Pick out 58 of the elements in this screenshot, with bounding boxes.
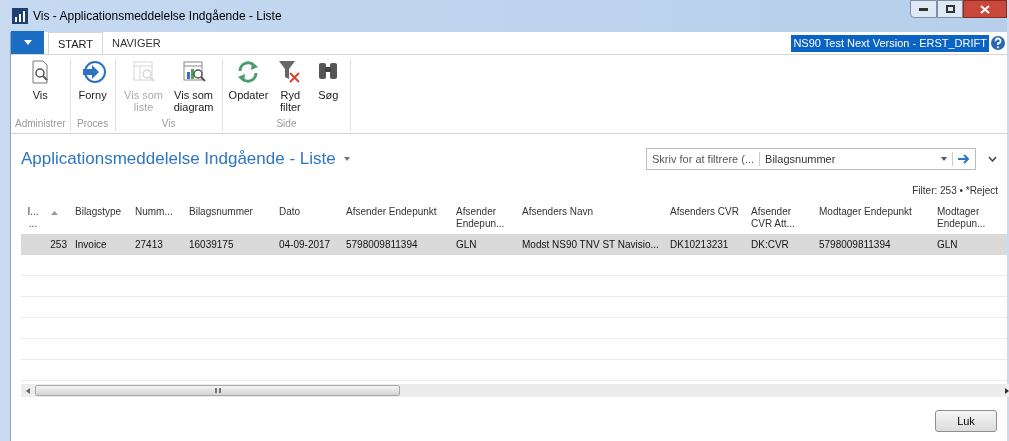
ribbon-button[interactable]: Ryd filter	[272, 59, 309, 116]
column-header[interactable]: Afsenders CVR	[670, 206, 739, 218]
caret-icon	[23, 40, 32, 45]
close-dialog-button[interactable]: Luk	[935, 410, 997, 433]
column-header[interactable]: Afsender CVR Att...	[751, 206, 811, 230]
sort-arrow-icon	[51, 211, 58, 215]
table-cell-text: 253	[50, 238, 67, 252]
table-cell-text: 16039175	[189, 238, 234, 252]
caret-icon[interactable]	[343, 157, 350, 161]
table-cell-text: GLN	[456, 238, 477, 252]
arrow-icon[interactable]	[958, 154, 970, 164]
maximize-button[interactable]	[937, 0, 963, 18]
application-menu-button[interactable]	[11, 31, 44, 54]
scroll-left-icon[interactable]	[26, 387, 30, 394]
column-header[interactable]: Numm...	[135, 206, 173, 218]
column-header[interactable]: Modtager Endepun...	[937, 206, 996, 230]
table-cell-text: 5798009811394	[346, 238, 418, 252]
table-cell-text: 5798009811394	[819, 238, 891, 252]
ribbon-tab[interactable]: NAVIGER	[103, 32, 170, 54]
column-header[interactable]: Afsender Endepunkt	[346, 206, 437, 218]
column-header[interactable]: Dato	[279, 206, 301, 218]
ribbon-button[interactable]: Opdater	[226, 59, 271, 116]
filter-field[interactable]: Skriv for at filtrere (... Bilagsnummer	[646, 148, 976, 170]
chevron-icon[interactable]	[988, 156, 997, 162]
minimize-button[interactable]	[910, 0, 937, 18]
column-header[interactable]: Modtager Endepunkt	[819, 206, 912, 218]
caret-icon[interactable]	[941, 157, 947, 161]
table-cell-text: Modst NS90 TNV ST Navisio...	[522, 238, 659, 252]
horizontal-scrollbar[interactable]	[21, 384, 1009, 397]
table-cell-text: Invoice	[75, 238, 107, 252]
ribbon-button[interactable]: Forny	[74, 59, 111, 116]
table-cell-text: 04-09-2017	[279, 238, 331, 252]
group-label: Vis	[161, 117, 176, 131]
ribbon-tab[interactable]: START	[48, 32, 104, 54]
scroll-right-icon[interactable]	[1005, 387, 1009, 394]
help-icon[interactable]	[991, 36, 1005, 50]
column-header[interactable]: Afsenders Navn	[522, 206, 594, 218]
company-label: NS90 Test Next Version - ERST_DRIFT	[791, 34, 989, 52]
column-header[interactable]: Bilagstype	[75, 206, 122, 218]
page-title: Applicationsmeddelelse Indgående - Liste	[21, 148, 336, 171]
app-icon	[12, 8, 28, 24]
group-label: Side	[276, 117, 297, 131]
table-row[interactable]: 253 Invoice 27413 16039175 04-09-2017 5798009811394 GLN Modst NS90 TNV ST Navisio... DK10213231 DK:CVR 5798009811394 GLN	[21, 234, 1007, 255]
ribbon-button[interactable]: Vis	[22, 59, 59, 116]
table-cell-text: GLN	[937, 238, 958, 252]
table-cell-text: DK10213231	[670, 238, 729, 252]
column-header[interactable]: Bilagsnummer	[189, 206, 253, 218]
window-title: Vis - Applicationsmeddelelse Indgående - Liste	[33, 8, 282, 25]
group-label: Proces	[77, 117, 109, 131]
ribbon-button[interactable]: Vis som diagram	[169, 59, 218, 116]
ribbon-button[interactable]: Søg	[310, 59, 347, 116]
column-header[interactable]: Afsender Endepun...	[456, 206, 514, 230]
group-label: Administrer	[15, 117, 66, 131]
table-cell-text: 27413	[135, 238, 163, 252]
close-icon[interactable]	[980, 4, 990, 14]
column-header[interactable]: I... ...	[25, 206, 41, 230]
filter-summary: Filter: 253 • *Reject	[912, 184, 998, 198]
table-cell-text: DK:CVR	[751, 238, 789, 252]
